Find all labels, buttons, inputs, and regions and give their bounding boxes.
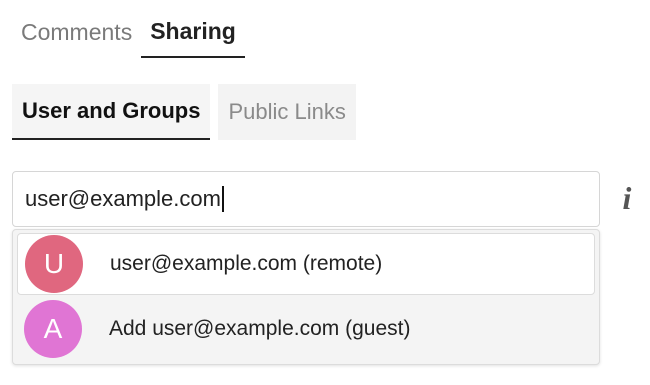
text-caret [221,186,224,212]
suggestion-add-guest[interactable]: A Add user@example.com (guest) [17,298,595,360]
tab-sharing[interactable]: Sharing [141,6,245,58]
tab-comments[interactable]: Comments [12,6,141,58]
suggestion-remote-user[interactable]: U user@example.com (remote) [17,233,595,295]
suggestion-label: Add user@example.com (guest) [109,317,411,340]
avatar: U [25,235,83,293]
autocomplete-dropdown: U user@example.com (remote) A Add user@e… [12,229,600,365]
share-with-input-value: user@example.com [25,186,221,211]
tab-user-and-groups[interactable]: User and Groups [12,84,211,140]
top-tab-bar: Comments Sharing [12,6,245,58]
avatar: A [24,300,82,358]
suggestion-label: user@example.com (remote) [110,252,383,275]
share-with-input[interactable]: user@example.com [12,171,600,227]
sharing-sub-tab-bar: User and Groups Public Links [12,84,356,140]
sharing-panel: Comments Sharing User and Groups Public … [0,0,650,385]
info-icon[interactable]: i [614,176,640,220]
tab-public-links[interactable]: Public Links [218,84,356,140]
